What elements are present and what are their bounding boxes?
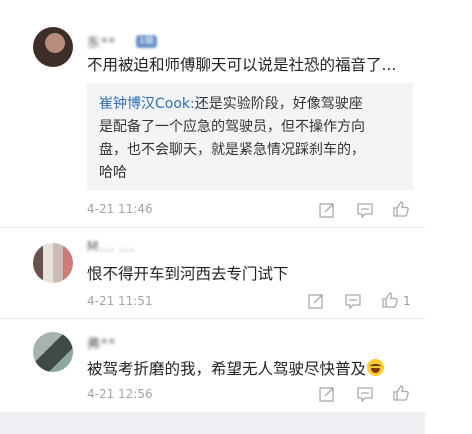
username[interactable]: 弗**	[87, 333, 116, 352]
comment-text: 不用被迫和师傅聊天可以说是社恐的福音了...	[87, 56, 397, 74]
comment-icon[interactable]	[356, 385, 374, 403]
share-icon[interactable]	[318, 385, 336, 403]
thumbs-up-icon[interactable]	[392, 384, 410, 402]
reply-text-line: 是配备了一个应急的驾驶员，但不操作方向	[99, 119, 365, 135]
comment-time: 4-21 12:56	[87, 387, 153, 401]
reply-text-line: 哈哈	[99, 165, 127, 181]
reply-author[interactable]: 崔钟博汉Cook:	[99, 96, 195, 112]
bottom-bar	[0, 412, 425, 434]
avatar[interactable]	[33, 243, 73, 283]
reply-box[interactable]: 崔钟博汉Cook:还是实验阶段，好像驾驶座 是配备了一个应急的驾驶员，但不操作方…	[87, 83, 413, 190]
thumbs-up-icon[interactable]	[392, 200, 410, 218]
thumbs-up-icon[interactable]	[381, 291, 399, 309]
comment-text-body: 被驾考折磨的我，希望无人驾驶尽快普及	[87, 360, 367, 378]
comment-text: 被驾考折磨的我，希望无人驾驶尽快普及	[87, 357, 385, 379]
comment-icon[interactable]	[356, 201, 374, 219]
share-icon[interactable]	[318, 201, 336, 219]
divider	[0, 227, 425, 228]
reply-text-line: 盘，也不会聊天，就是紧急情况踩刹车的，	[99, 142, 365, 158]
comment-time: 4-21 11:46	[87, 202, 153, 216]
comment-icon[interactable]	[344, 292, 362, 310]
divider	[0, 318, 425, 319]
avatar[interactable]	[33, 27, 73, 67]
share-icon[interactable]	[307, 292, 325, 310]
laughing-emoji-icon	[367, 359, 385, 376]
user-level-badge: 1级	[136, 35, 157, 48]
like-count: 1	[403, 294, 411, 308]
comment-time: 4-21 11:51	[87, 294, 153, 308]
reply-text-line: 还是实验阶段，好像驾驶座	[194, 96, 363, 112]
username[interactable]: 东**	[87, 32, 116, 51]
username[interactable]: M... ...	[87, 240, 135, 255]
avatar[interactable]	[33, 332, 73, 372]
comment-text: 恨不得开车到河西去专门试下	[87, 265, 289, 283]
